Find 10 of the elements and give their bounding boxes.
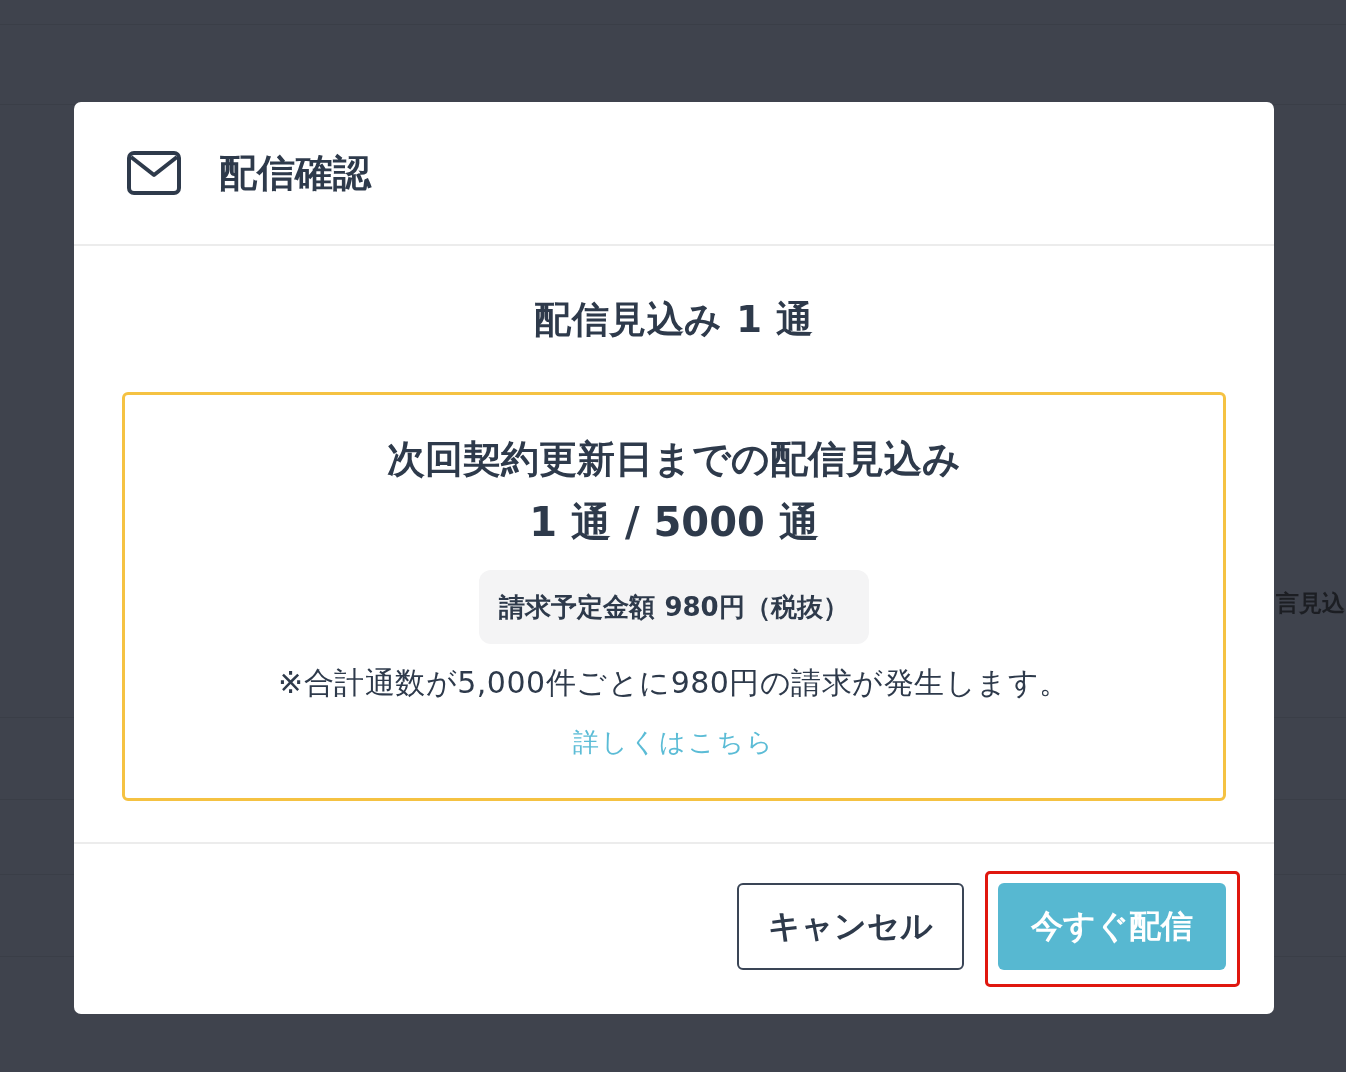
cancel-button[interactable]: キャンセル	[737, 883, 964, 970]
mail-icon	[127, 151, 181, 195]
billing-amount: 請求予定金額 980円（税抜）	[479, 570, 869, 644]
delivery-count: 1 通 / 5000 通	[529, 498, 819, 547]
dialog-title: 配信確認	[219, 150, 371, 197]
details-link[interactable]: 詳しくはこちら	[573, 724, 775, 760]
delivery-estimate: 配信見込み 1 通	[534, 297, 814, 343]
notice-heading: 次回契約更新日までの配信見込み	[387, 436, 961, 483]
billing-note: ※合計通数が5,000件ごとに980円の請求が発生します。	[278, 664, 1070, 702]
send-now-button[interactable]: 今すぐ配信	[998, 883, 1226, 970]
